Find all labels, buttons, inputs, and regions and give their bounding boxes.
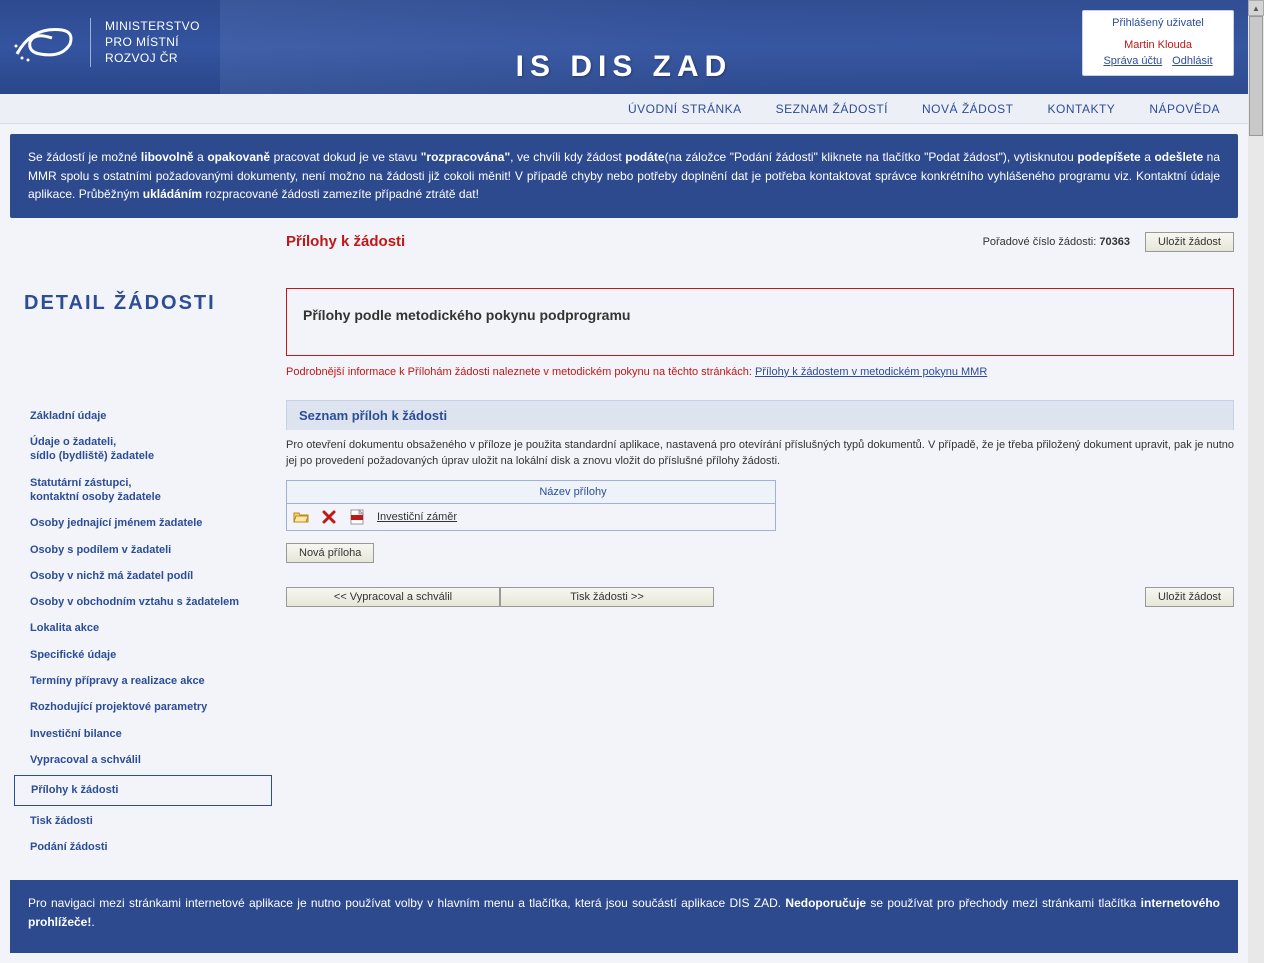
app-title: IS DIS ZAD <box>516 50 733 84</box>
sidemenu-applicant-shares[interactable]: Osoby v nichž má žadatel podíl <box>14 563 272 589</box>
sidemenu-statutory[interactable]: Statutární zástupci, kontaktní osoby žad… <box>14 470 272 511</box>
attachments-section-desc: Pro otevření dokumentu obsaženého v příl… <box>286 438 1234 470</box>
delete-icon[interactable] <box>321 509 337 525</box>
nav-home[interactable]: ÚVODNÍ STRÁNKA <box>628 102 742 116</box>
logged-user-name: Martin Klouda <box>1089 33 1227 55</box>
attachments-table-head-name: Název přílohy <box>371 480 776 503</box>
new-attachment-button[interactable]: Nová příloha <box>286 543 374 563</box>
attachments-table: Název přílohy <box>286 480 776 531</box>
subprogram-box: Přílohy podle metodického pokynu podprog… <box>286 288 1234 356</box>
user-box-title: Přihlášený uživatel <box>1089 15 1227 33</box>
account-settings-link[interactable]: Správa účtu <box>1103 55 1162 67</box>
scrollbar-thumb[interactable] <box>1249 16 1263 136</box>
pdf-icon[interactable] <box>349 509 365 525</box>
sidemenu-basic-info[interactable]: Základní údaje <box>14 403 272 429</box>
top-nav: ÚVODNÍ STRÁNKA SEZNAM ŽÁDOSTÍ NOVÁ ŽÁDOS… <box>0 94 1248 124</box>
sidemenu-business-relations[interactable]: Osoby v obchodním vztahu s žadatelem <box>14 589 272 615</box>
nav-requests-list[interactable]: SEZNAM ŽÁDOSTÍ <box>776 102 888 116</box>
subprogram-title: Přílohy podle metodického pokynu podprog… <box>303 307 1217 323</box>
ministry-line1: MINISTERSTVO <box>105 18 200 34</box>
scroll-up-icon[interactable]: ▲ <box>1248 0 1264 16</box>
table-row: Investiční záměr <box>287 503 776 530</box>
ministry-line2: PRO MÍSTNÍ <box>105 34 200 50</box>
sidemenu-applicant-info[interactable]: Údaje o žadateli, sídlo (bydliště) žadat… <box>14 429 272 470</box>
attachments-section-header: Seznam příloh k žádosti <box>286 400 1234 430</box>
side-menu: Základní údaje Údaje o žadateli, sídlo (… <box>14 403 272 860</box>
ministry-name: MINISTERSTVO PRO MÍSTNÍ ROZVOJ ČR <box>90 18 200 67</box>
nav-new-request[interactable]: NOVÁ ŽÁDOST <box>922 102 1014 116</box>
vertical-scrollbar[interactable]: ▲ <box>1248 0 1264 963</box>
folder-open-icon[interactable] <box>293 509 309 525</box>
ministry-logo-icon <box>12 18 80 66</box>
methodical-note: Podrobnější informace k Přílohám žádosti… <box>286 366 1234 378</box>
sidemenu-prepared-approved[interactable]: Vypracoval a schválil <box>14 747 272 773</box>
sidemenu-specific[interactable]: Specifické údaje <box>14 642 272 668</box>
sidemenu-investment-balance[interactable]: Investiční bilance <box>14 721 272 747</box>
attachment-name-link[interactable]: Investiční záměr <box>377 511 457 523</box>
methodical-link[interactable]: Přílohy k žádostem v metodickém pokynu M… <box>755 366 987 378</box>
user-box: Přihlášený uživatel Martin Klouda Správa… <box>1082 10 1234 76</box>
sidemenu-parameters[interactable]: Rozhodující projektové parametry <box>14 694 272 720</box>
detail-heading: DETAIL ŽÁDOSTI <box>14 292 272 331</box>
logo-block: MINISTERSTVO PRO MÍSTNÍ ROZVOJ ČR <box>12 18 200 67</box>
prev-step-button[interactable]: << Vypracoval a schválil <box>286 587 500 607</box>
info-banner: Se žádostí je možné libovolně a opakovan… <box>10 134 1238 218</box>
save-request-button-top[interactable]: Uložit žádost <box>1145 232 1234 252</box>
order-number-label: Pořadové číslo žádosti: 70363 <box>983 236 1133 248</box>
nav-help[interactable]: NÁPOVĚDA <box>1149 102 1220 116</box>
footer-banner: Pro navigaci mezi stránkami internetové … <box>10 880 1238 952</box>
sidemenu-print[interactable]: Tisk žádosti <box>14 808 272 834</box>
save-request-button-bottom[interactable]: Uložit žádost <box>1145 587 1234 607</box>
sidemenu-submit[interactable]: Podání žádosti <box>14 834 272 860</box>
ministry-line3: ROZVOJ ČR <box>105 50 200 66</box>
sidemenu-schedule[interactable]: Termíny přípravy a realizace akce <box>14 668 272 694</box>
logout-link[interactable]: Odhlásit <box>1172 55 1212 67</box>
sidemenu-location[interactable]: Lokalita akce <box>14 615 272 641</box>
nav-contacts[interactable]: KONTAKTY <box>1048 102 1116 116</box>
sidemenu-attachments[interactable]: Přílohy k žádosti <box>14 775 272 805</box>
sidemenu-acting-persons[interactable]: Osoby jednající jménem žadatele <box>14 510 272 536</box>
page-title: Přílohy k žádosti <box>286 233 405 250</box>
app-header: MINISTERSTVO PRO MÍSTNÍ ROZVOJ ČR IS DIS… <box>0 0 1248 94</box>
print-request-button[interactable]: Tisk žádosti >> <box>500 587 714 607</box>
sidemenu-share-persons[interactable]: Osoby s podílem v žadateli <box>14 537 272 563</box>
